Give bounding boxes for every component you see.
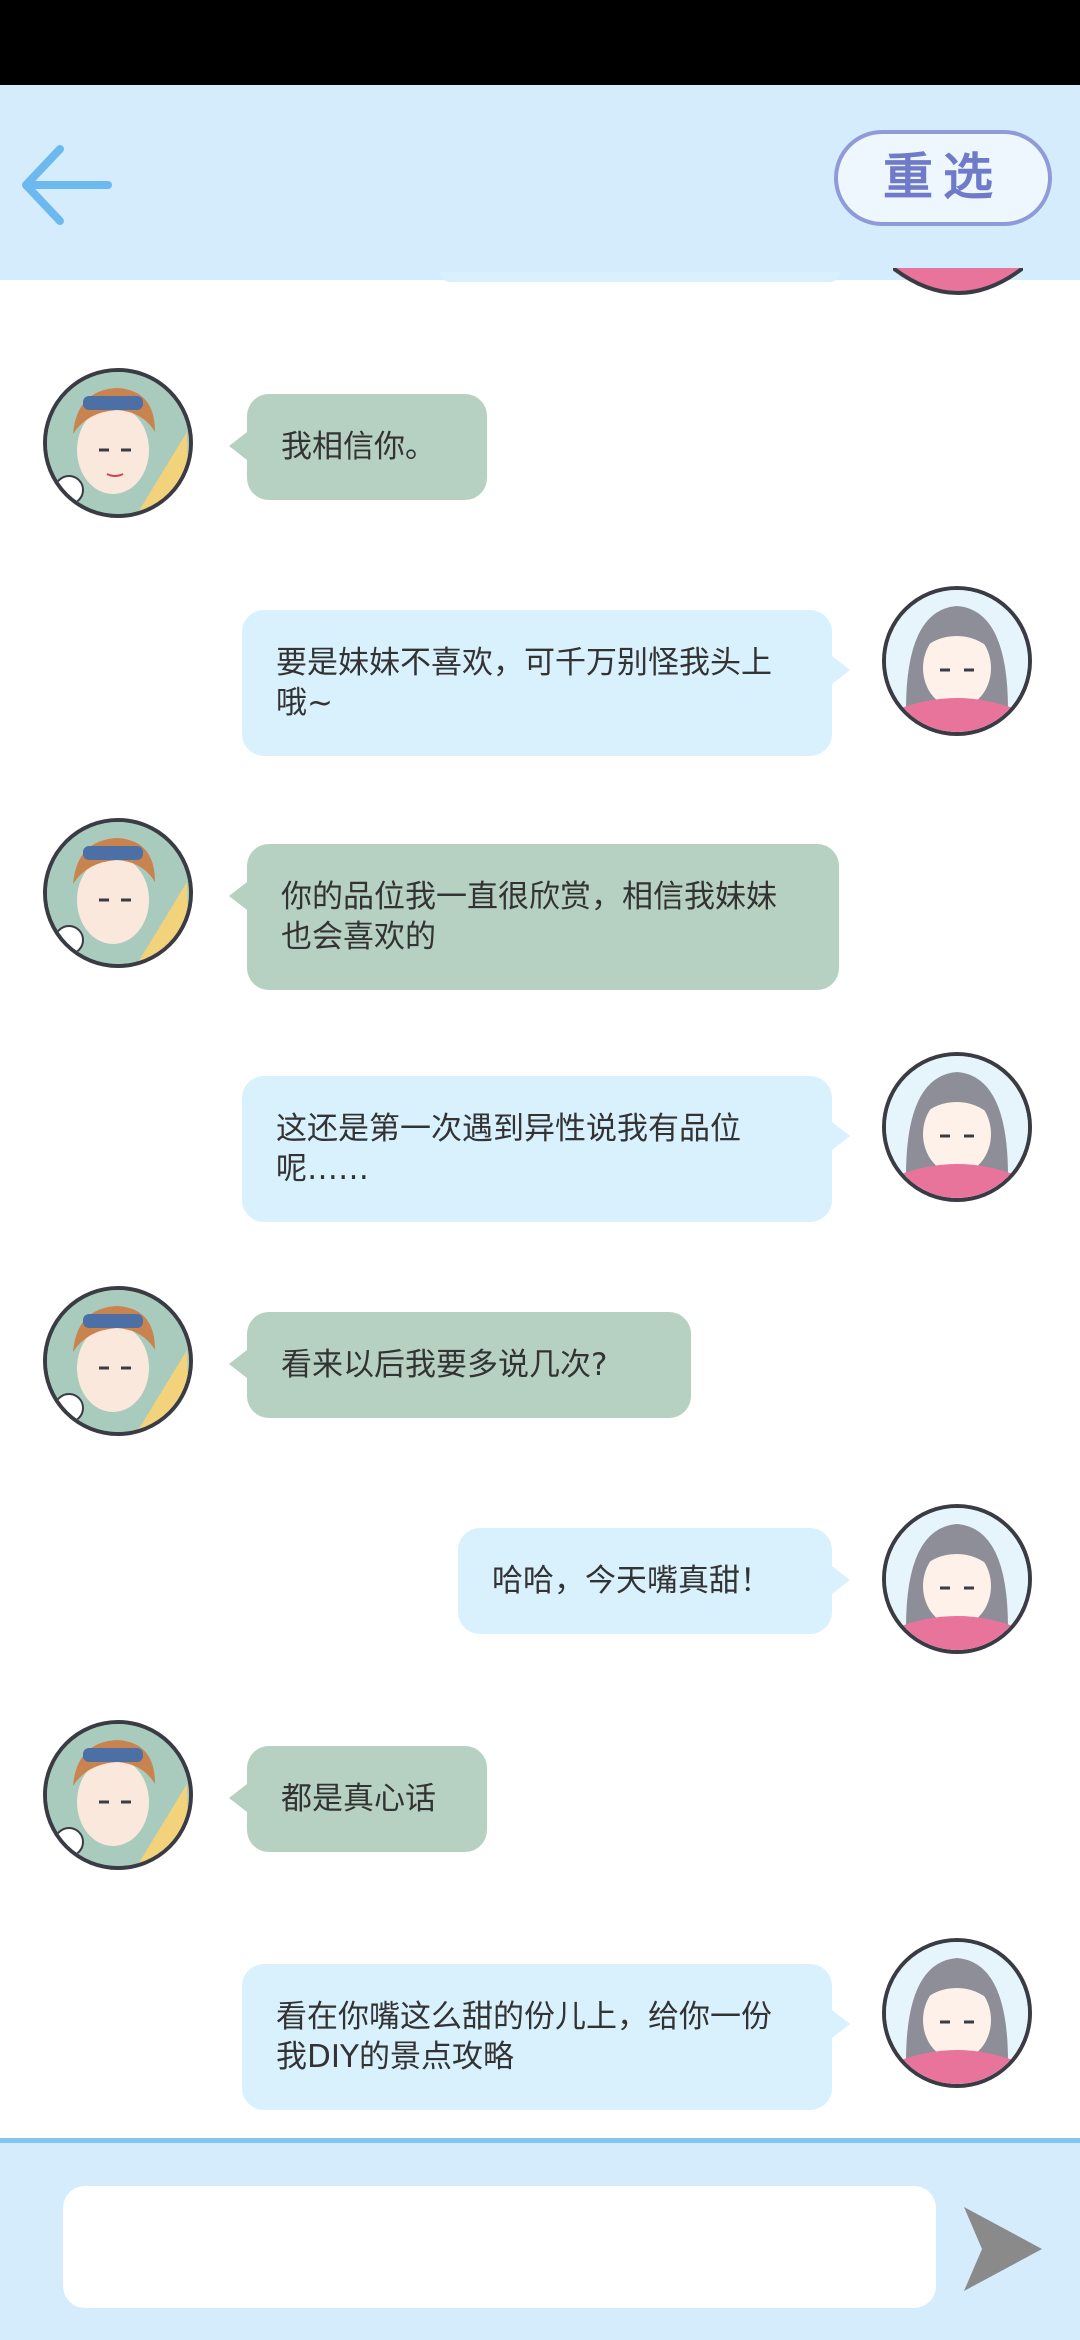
boy-avatar[interactable] [43,368,193,518]
message-row: 看在你嘴这么甜的份儿上，给你一份我DIY的景点攻略 [0,1938,1080,2110]
bubble-tail [832,656,850,684]
girl-avatar[interactable] [882,1052,1032,1202]
message-text: 要是妹妹不喜欢，可千万别怪我头上哦~ [276,645,772,721]
top-bar: 重选 [0,85,1080,280]
message-bubble[interactable]: 这还是第一次遇到异性说我有品位呢…… [242,1076,832,1222]
message-row: 你的品位我一直很欣赏，相信我妹妹也会喜欢的 [0,818,1080,990]
message-text: 我相信你。 [281,429,436,465]
bubble-tail [229,882,247,910]
message-text: 看在你嘴这么甜的份儿上，给你一份我DIY的景点攻略 [276,1999,772,2075]
message-text: 这还是第一次遇到异性说我有品位呢…… [276,1111,741,1187]
bubble-tail [832,1566,850,1594]
message-text: 你的品位我一直很欣赏，相信我妹妹也会喜欢的 [281,879,777,955]
status-bar [0,0,1080,85]
bubble-tail [229,1350,247,1378]
message-row: 这还是第一次遇到异性说我有品位呢…… [0,1052,1080,1222]
message-bubble[interactable]: 你的品位我一直很欣赏，相信我妹妹也会喜欢的 [247,844,839,990]
message-input[interactable] [63,2186,936,2308]
message-bubble[interactable]: 我相信你。 [247,394,487,500]
send-icon [964,2207,1042,2291]
composer-bar [0,2138,1080,2340]
message-bubble[interactable]: 看在你嘴这么甜的份儿上，给你一份我DIY的景点攻略 [242,1964,832,2110]
bubble-tail [832,2010,850,2038]
boy-avatar[interactable] [43,1720,193,1870]
girl-avatar[interactable] [882,1504,1032,1654]
bubble-tail [832,1122,850,1150]
message-bubble[interactable]: 都是真心话 [247,1746,487,1852]
boy-avatar[interactable] [43,818,193,968]
message-text: 看来以后我要多说几次? [281,1347,608,1383]
back-button[interactable] [18,135,118,235]
message-bubble[interactable]: 要是妹妹不喜欢，可千万别怪我头上哦~ [242,610,832,756]
message-row: 哈哈，今天嘴真甜！ [0,1504,1080,1664]
message-text: 都是真心话 [281,1781,436,1817]
message-row: 我相信你。 [0,368,1080,528]
message-text: 哈哈，今天嘴真甜！ [492,1563,771,1599]
bubble-tail [229,432,247,460]
message-row: 看来以后我要多说几次? [0,1286,1080,1446]
boy-avatar[interactable] [43,1286,193,1436]
message-bubble[interactable]: 看来以后我要多说几次? [247,1312,691,1418]
girl-avatar[interactable] [882,1938,1032,2088]
reselect-button[interactable]: 重选 [834,130,1052,226]
message-bubble[interactable]: 哈哈，今天嘴真甜！ [458,1528,832,1634]
chat-list[interactable]: 我相信你。 要是妹妹不喜欢，可千万别怪我头上哦~ 你的品位我一直很欣赏，相信我妹… [0,280,1080,2140]
message-row: 要是妹妹不喜欢，可千万别怪我头上哦~ [0,586,1080,756]
message-row: 都是真心话 [0,1720,1080,1880]
send-button[interactable] [960,2201,1046,2297]
girl-avatar[interactable] [882,586,1032,736]
bubble-tail [229,1784,247,1812]
arrow-left-icon [22,145,112,225]
